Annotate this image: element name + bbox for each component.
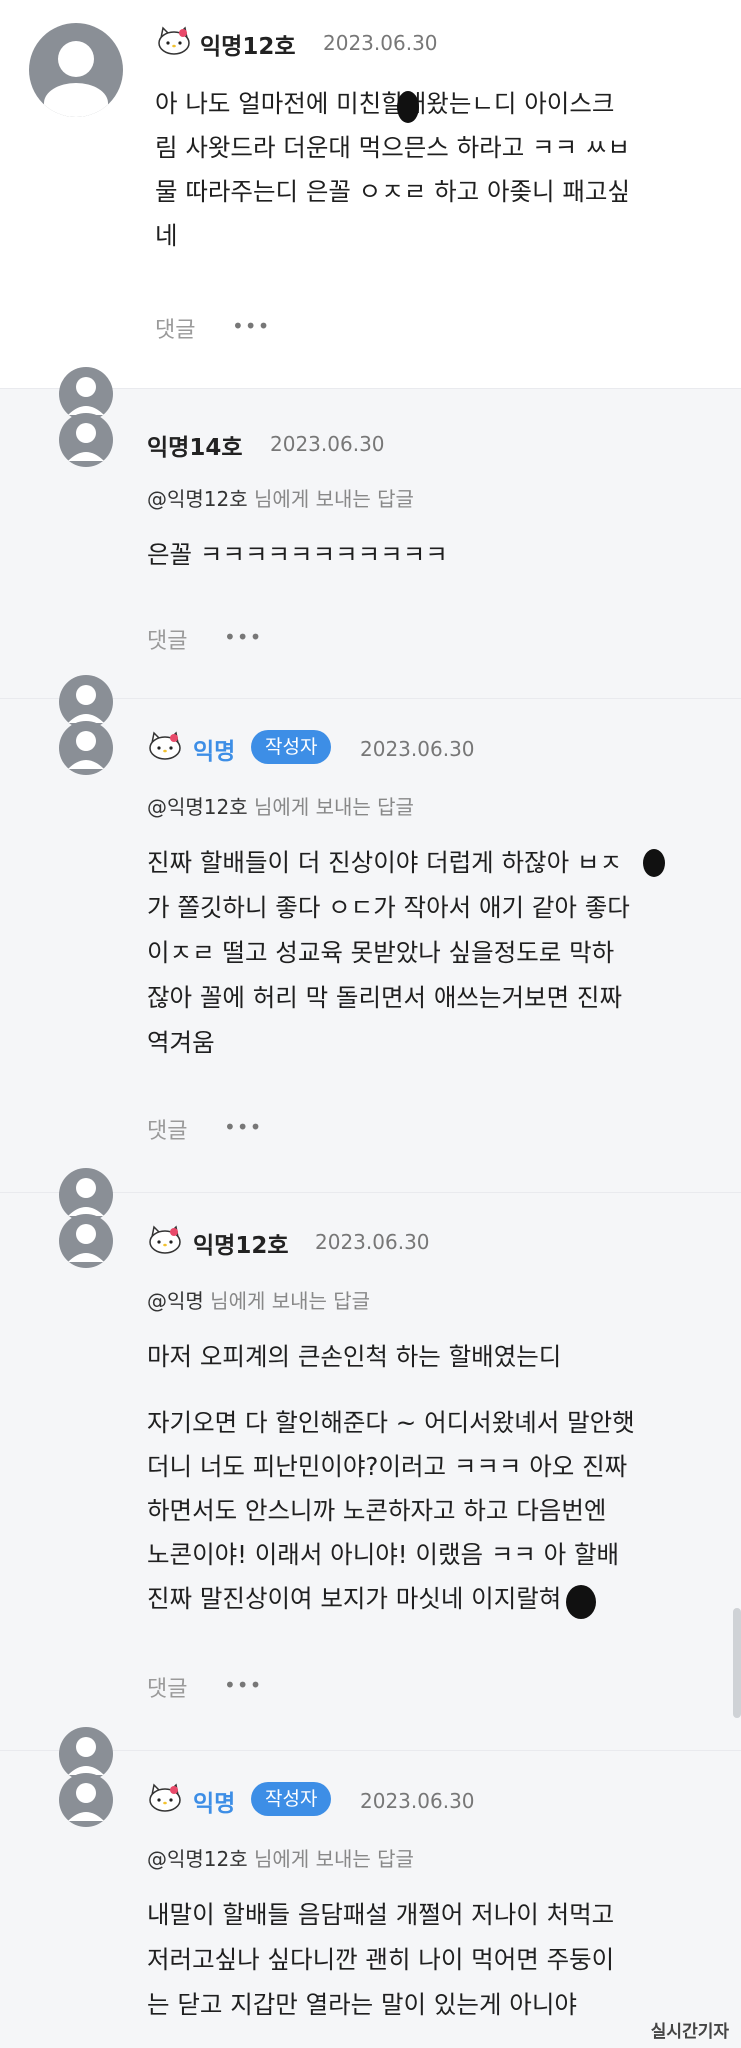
comment-line: 역겨움 [147,1028,215,1057]
comment-line: 하면서도 안스니까 노콘하자고 하고 다음번엔 [147,1496,607,1525]
scrollbar-thumb[interactable] [733,1608,741,1718]
hello-kitty-icon [149,1225,181,1254]
comment-line: 더니 너도 피난민이야?이러고 ㅋㅋㅋ 아오 진짜 [147,1452,628,1481]
mention-handle[interactable]: @익명12호 [147,487,248,511]
comment-date: 2023.06.30 [270,432,385,456]
comment-line: 진짜 말진상이여 보지가 마싯네 이지랄혀 [147,1584,562,1613]
reply-avatars-icon[interactable] [57,1166,115,1270]
comment-line: 아 나도 얼마전에 미친할배왔는ㄴ디 아이스크 [155,89,615,118]
comment-line: 이ㅈㄹ 떨고 성교육 못받았나 싶을정도로 막하 [147,938,615,967]
reply-mention[interactable]: @익명 님에게 보내는 답글 [147,1285,370,1314]
author-badge: 작성자 [251,730,332,764]
comment-line: 마저 오피계의 큰손인척 하는 할배였는디 [147,1342,562,1371]
author-badge: 작성자 [251,1782,332,1816]
comment-4: 익명12호 2023.06.30 @익명 님에게 보내는 답글 마저 오피계의 … [0,1168,741,1750]
more-options-button[interactable]: ••• [224,1115,262,1139]
reply-mention[interactable]: @익명12호 님에게 보내는 답글 [147,483,414,512]
more-options-button[interactable]: ••• [232,314,270,338]
comment-1: 익명12호 2023.06.30 아 나도 얼마전에 미친할배왔는ㄴ디 아이스크… [0,0,741,388]
comment-line: 가 쫄깃하니 좋다 ㅇㄷ가 작아서 애기 같아 좋다 [147,893,630,922]
hello-kitty-icon [158,26,190,55]
reply-mention[interactable]: @익명12호 님에게 보내는 답글 [147,1843,414,1872]
avatar[interactable] [29,23,123,117]
comment-date: 2023.06.30 [323,31,438,55]
mention-suffix: 님에게 보내는 답글 [254,1847,414,1871]
comment-line: 잖아 꼴에 허리 막 돌리면서 애쓰는거보면 진짜 [147,983,622,1012]
reply-avatars-icon[interactable] [57,365,115,469]
comment-line: 저러고싶나 싶다니깐 괜히 나이 먹어면 주둥이 [147,1945,615,1974]
comment-date: 2023.06.30 [360,1789,475,1813]
comment-line: 내말이 할배들 음담패설 개쩔어 저나이 처먹고 [147,1900,615,1929]
mention-handle[interactable]: @익명12호 [147,795,248,819]
redaction-mark [643,849,665,877]
mention-suffix: 님에게 보내는 답글 [210,1289,371,1313]
comment-date: 2023.06.30 [360,737,475,761]
reply-button[interactable]: 댓글 [147,1671,187,1703]
comment-line: 네 [155,221,178,250]
mention-suffix: 님에게 보내는 답글 [254,487,414,511]
author-name[interactable]: 익명14호 [147,428,243,462]
mention-suffix: 님에게 보내는 답글 [254,795,414,819]
reply-button[interactable]: 댓글 [147,1113,187,1145]
comment-line: 물 따라주는디 은꼴 ㅇㅈㄹ 하고 아좆니 패고싶 [155,177,630,206]
comment-5: 익명 작성자 2023.06.30 @익명12호 님에게 보내는 답글 내말이 … [0,1727,741,2048]
comment-date: 2023.06.30 [315,1230,430,1254]
more-options-button[interactable]: ••• [224,625,262,649]
comment-line: 는 닫고 지갑만 열라는 말이 있는게 아니야 [147,1990,577,2019]
mention-handle[interactable]: @익명12호 [147,1847,248,1871]
redaction-mark [566,1585,596,1619]
author-name[interactable]: 익명12호 [193,1226,289,1260]
comment-line: 림 사왓드라 더운대 먹으믄스 하라고 ㅋㅋ ㅆㅂ [155,133,630,162]
author-name[interactable]: 익명12호 [200,27,296,61]
reply-avatars-icon[interactable] [57,673,115,777]
reply-mention[interactable]: @익명12호 님에게 보내는 답글 [147,791,414,820]
author-name[interactable]: 익명 [193,732,235,766]
reply-button[interactable]: 댓글 [147,623,187,655]
hello-kitty-icon [149,1783,181,1812]
reply-button[interactable]: 댓글 [155,312,195,344]
author-name[interactable]: 익명 [193,1784,235,1818]
comment-line: 자기오면 다 할인해준다 ~ 어디서왔녜서 말안햇 [147,1408,635,1437]
mention-handle[interactable]: @익명 [147,1289,204,1313]
comment-2: 익명14호 2023.06.30 @익명12호 님에게 보내는 답글 은꼴 ㅋㅋ… [0,367,741,698]
more-options-button[interactable]: ••• [224,1673,262,1697]
comment-3: 익명 작성자 2023.06.30 @익명12호 님에게 보내는 답글 진짜 할… [0,675,741,1192]
hello-kitty-icon [149,731,181,760]
comment-line: 은꼴 ㅋㅋㅋㅋㅋㅋㅋㅋㅋㅋㅋ [147,540,448,569]
comment-line: 진짜 할배들이 더 진상이야 더럽게 하잖아 ㅂㅈ [147,848,622,877]
reply-avatars-icon[interactable] [57,1725,115,1829]
redaction-mark [397,91,419,123]
watermark: 실시간기자 [650,2022,729,2042]
comment-line: 노콘이야! 이래서 아니야! 이랬음 ㅋㅋ 아 할배 [147,1540,620,1569]
